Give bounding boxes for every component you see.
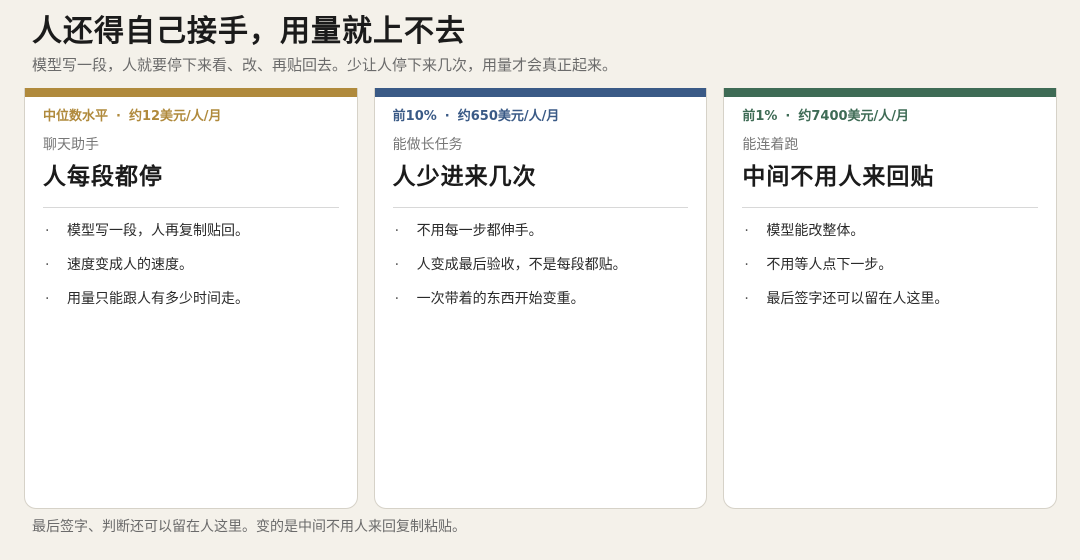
bullet-icon: · (744, 291, 749, 307)
list-item: · 模型写一段，人再复制贴回。 (43, 220, 339, 242)
list-item: · 模型能改整体。 (742, 220, 1038, 242)
bullet-icon: · (744, 223, 749, 239)
page-subtitle: 模型写一段，人就要停下来看、改、再贴回去。少让人停下来几次，用量才会真正起来。 (32, 56, 618, 74)
list-item: · 不用每一步都伸手。 (393, 220, 689, 242)
card-subtitle: 能做长任务 (392, 137, 463, 153)
meta-separator: · (785, 109, 791, 124)
card-top-1: 前1% · 约7400美元/人/月 能连着跑 中间不用人来回贴 · 模型能改整体。 ·… (723, 88, 1058, 509)
card-meta: 中位数水平 · 约12美元/人/月 (43, 107, 339, 127)
list-item: · 用量只能跟人有多少时间走。 (43, 288, 339, 310)
card-tier: 前10% (392, 109, 437, 124)
card-price: 约650美元/人/月 (457, 109, 560, 124)
list-item-text: 不用等人点下一步。 (766, 257, 893, 273)
list-item: · 不用等人点下一步。 (742, 254, 1038, 276)
bullet-icon: · (394, 257, 400, 273)
bullet-icon: · (45, 291, 50, 307)
header: 人还得自己接手，用量就上不去 模型写一段，人就要停下来看、改、再贴回去。少让人停… (32, 12, 1042, 76)
card-title: 人每段都停 (43, 164, 163, 190)
card-divider (43, 207, 339, 208)
card-price: 约12美元/人/月 (128, 109, 222, 124)
card-subtitle: 能连着跑 (742, 137, 799, 153)
list-item-text: 模型能改整体。 (766, 223, 865, 239)
card-tier: 前1% (742, 109, 778, 124)
list-item-text: 模型写一段，人再复制贴回。 (67, 223, 249, 239)
card-top-10: 前10% · 约650美元/人/月 能做长任务 人少进来几次 · 不用每一步都伸手。 … (373, 88, 708, 509)
list-item: · 速度变成人的速度。 (43, 254, 339, 276)
list-item-text: 用量只能跟人有多少时间走。 (67, 291, 249, 307)
card-tier: 中位数水平 (43, 109, 109, 124)
list-item-text: 不用每一步都伸手。 (416, 223, 543, 239)
meta-separator: · (116, 109, 121, 124)
card-median: 中位数水平 · 约12美元/人/月 聊天助手 人每段都停 · 模型写一段，人再复制贴回… (24, 88, 358, 509)
list-item-text: 最后签字还可以留在人这里。 (766, 291, 949, 307)
list-item-text: 人变成最后验收，不是每段都贴。 (416, 257, 627, 273)
card-accent-bar (25, 88, 357, 97)
card-subtitle: 聊天助手 (43, 137, 99, 153)
card-meta: 前10% · 约650美元/人/月 (393, 107, 689, 127)
card-price: 约7400美元/人/月 (798, 109, 910, 124)
card-accent-bar (374, 88, 707, 97)
bullet-icon: · (744, 257, 749, 273)
card-bullet-list: · 不用每一步都伸手。 · 人变成最后验收，不是每段都贴。 · 一次带着的东西开始变重… (393, 220, 689, 310)
bullet-icon: · (394, 291, 400, 307)
page: 人还得自己接手，用量就上不去 模型写一段，人就要停下来看、改、再贴回去。少让人停… (0, 0, 1080, 560)
list-item-text: 速度变成人的速度。 (67, 257, 193, 273)
card-meta: 前1% · 约7400美元/人/月 (742, 107, 1038, 127)
list-item: · 最后签字还可以留在人这里。 (742, 288, 1038, 310)
list-item-text: 一次带着的东西开始变重。 (416, 291, 585, 307)
cards-row: 中位数水平 · 约12美元/人/月 聊天助手 人每段都停 · 模型写一段，人再复制贴回… (24, 88, 1058, 509)
card-bullet-list: · 模型写一段，人再复制贴回。 · 速度变成人的速度。 · 用量只能跟人有多少时间走。 (43, 220, 339, 310)
card-bullet-list: · 模型能改整体。 · 不用等人点下一步。 · 最后签字还可以留在人这里。 (742, 220, 1038, 310)
bullet-icon: · (394, 223, 400, 239)
page-title: 人还得自己接手，用量就上不去 (32, 14, 466, 49)
card-accent-bar (724, 88, 1057, 97)
meta-separator: · (444, 109, 450, 124)
card-divider (742, 207, 1039, 208)
card-title: 中间不用人来回贴 (742, 164, 935, 190)
card-divider (392, 207, 689, 208)
footer-note: 最后签字、判断还可以留在人这里。变的是中间不用人来回复制粘贴。 (32, 519, 466, 535)
bullet-icon: · (45, 257, 50, 273)
card-title: 人少进来几次 (392, 164, 537, 190)
list-item: · 一次带着的东西开始变重。 (393, 288, 689, 310)
bullet-icon: · (45, 223, 50, 239)
list-item: · 人变成最后验收，不是每段都贴。 (393, 254, 689, 276)
